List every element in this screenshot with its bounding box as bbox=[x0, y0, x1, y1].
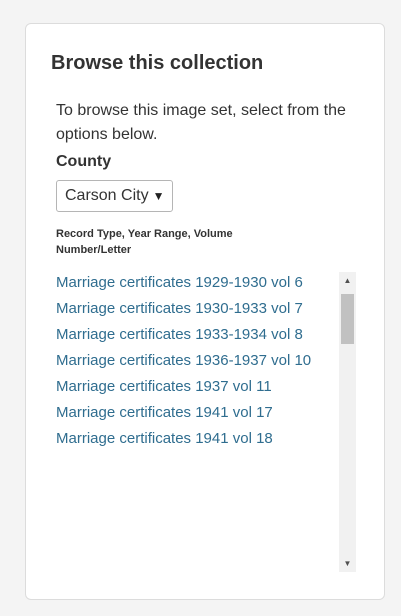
record-type-label: Record Type, Year Range, Volume Number/L… bbox=[56, 228, 233, 256]
intro-text: To browse this image set, select from th… bbox=[56, 102, 346, 143]
list-item[interactable]: Marriage certificates 1941 vol 18 bbox=[56, 428, 336, 450]
county-label: County bbox=[56, 153, 112, 170]
list-item[interactable]: Marriage certificates 1930-1933 vol 7 bbox=[56, 298, 336, 320]
county-selected-value: Carson City bbox=[65, 187, 149, 204]
list-item[interactable]: Marriage certificates 1937 vol 11 bbox=[56, 376, 336, 398]
browse-collection-card: Browse this collection To browse this im… bbox=[25, 23, 385, 600]
vertical-scrollbar[interactable]: ▲ ▼ bbox=[339, 272, 356, 572]
list-item[interactable]: Marriage certificates 1933-1934 vol 8 bbox=[56, 324, 336, 346]
list-item[interactable]: Marriage certificates 1929-1930 vol 6 bbox=[56, 272, 336, 294]
scroll-down-arrow-icon[interactable]: ▼ bbox=[339, 555, 356, 572]
record-list: Marriage certificates 1929-1930 vol 6 Ma… bbox=[56, 272, 356, 572]
list-item[interactable]: Marriage certificates 1941 vol 17 bbox=[56, 402, 336, 424]
scroll-up-arrow-icon[interactable]: ▲ bbox=[339, 272, 356, 289]
caret-down-icon: ▼ bbox=[152, 189, 165, 203]
record-list-items: Marriage certificates 1929-1930 vol 6 Ma… bbox=[56, 272, 336, 572]
scroll-thumb[interactable] bbox=[341, 294, 354, 344]
list-item[interactable]: Marriage certificates 1936-1937 vol 10 bbox=[56, 350, 336, 372]
county-select[interactable]: Carson City ▼ bbox=[56, 180, 174, 212]
card-title: Browse this collection bbox=[51, 52, 264, 74]
